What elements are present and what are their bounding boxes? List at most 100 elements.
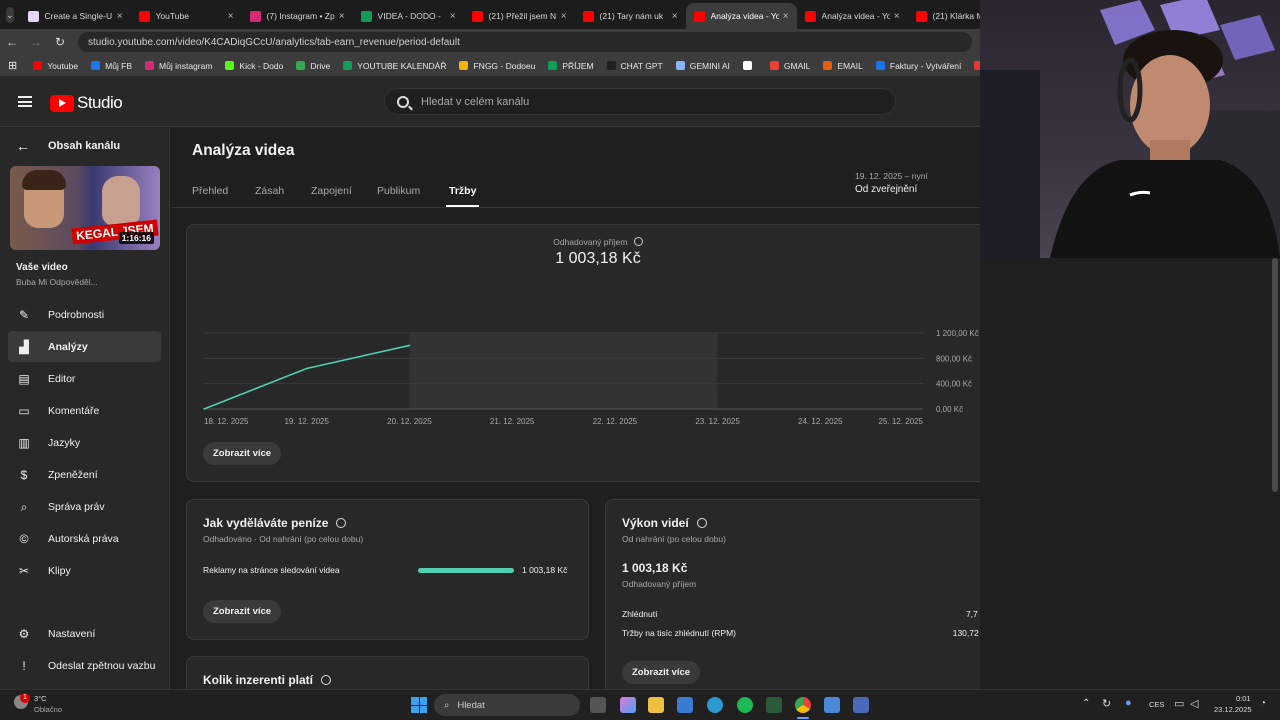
analytics-tab[interactable]: Zásah [255, 185, 284, 197]
notifications-icon[interactable]: ◔ [1260, 698, 1266, 709]
taskbar-search-input[interactable]: ⌕ Hledat [434, 694, 580, 716]
calculator-icon[interactable] [853, 697, 869, 713]
show-more-button[interactable]: Zobrazit více [622, 661, 701, 684]
sidebar-item[interactable]: $ Zpeněžení [8, 459, 161, 490]
photos-icon[interactable] [824, 697, 840, 713]
copilot-icon[interactable] [620, 697, 636, 713]
bookmark-item[interactable]: Kick - Dodo [225, 61, 283, 71]
sidebar-item[interactable]: ⌕ Správa práv [8, 491, 161, 522]
volume-icon[interactable]: ◁ [1190, 697, 1198, 710]
close-tab-icon[interactable]: × [894, 11, 900, 22]
bookmark-item[interactable]: Drive [296, 61, 330, 71]
chrome-icon[interactable] [795, 697, 811, 713]
forward-icon[interactable]: → [24, 35, 48, 49]
spotify-icon[interactable] [737, 697, 753, 713]
clock-date[interactable]: 23.12.2025 [1214, 705, 1252, 714]
show-more-button[interactable]: Zobrazit více [203, 442, 282, 465]
url-field[interactable]: studio.youtube.com/video/K4CADiqGCcU/ana… [78, 32, 972, 52]
bookmark-item[interactable]: FNGG - Dodoeu [459, 61, 535, 71]
video-thumbnail[interactable]: KEGAL JSEM 1:16:16 [10, 166, 160, 250]
sidebar-item[interactable]: ▭ Komentáře [8, 395, 161, 426]
browser-tab[interactable]: (21) Přežil jsem N × [464, 3, 575, 29]
bookmark-label: GMAIL [783, 60, 811, 71]
browser-tab[interactable]: Analýza videa - Yo × [797, 3, 908, 29]
tray-mic-icon[interactable]: ● [1125, 697, 1132, 709]
analytics-tab[interactable]: Tržby [449, 185, 476, 197]
sidebar-item[interactable]: © Autorská práva [8, 523, 161, 554]
bookmark-label: Kick - Dodo [239, 60, 284, 71]
analytics-icon: ▟ [19, 339, 29, 354]
edge-icon[interactable] [707, 697, 723, 713]
x-tick-label: 21. 12. 2025 [490, 417, 535, 426]
info-icon[interactable] [336, 518, 347, 528]
logo-text: Studio [77, 93, 123, 112]
bookmark-item[interactable] [742, 61, 757, 71]
bookmark-item[interactable]: Faktury - Vytváření [875, 61, 961, 71]
sidebar: ← Obsah kanálu KEGAL JSEM 1:16:16 Vaše v… [0, 128, 170, 689]
show-more-button[interactable]: Zobrazit více [203, 600, 282, 623]
browser-tab[interactable]: VIDEA - DODO - × [353, 3, 464, 29]
sidebar-item[interactable]: ▟ Analýzy [8, 331, 161, 362]
apps-icon[interactable]: ⊞ [8, 59, 17, 72]
period-selector[interactable]: Od zveřejnění [855, 184, 917, 195]
tray-chevron-icon[interactable]: ⌃ [1082, 698, 1090, 709]
bookmark-icon [875, 61, 885, 70]
bookmark-item[interactable]: EMAIL [823, 61, 863, 71]
bookmark-icon [823, 61, 833, 70]
sidebar-item[interactable]: ▤ Editor [8, 363, 161, 394]
close-tab-icon[interactable]: × [450, 11, 456, 22]
studio-logo[interactable]: Studio [50, 93, 123, 113]
url-text: studio.youtube.com/video/K4CADiqGCcU/ana… [88, 36, 460, 48]
analytics-tab[interactable]: Publikum [377, 185, 420, 197]
sidebar-item[interactable]: ⚙ Nastavení [8, 618, 161, 649]
channel-search-input[interactable]: Hledat v celém kanálu [384, 88, 896, 115]
browser-tab[interactable]: YouTube × [131, 3, 242, 29]
info-icon[interactable] [696, 518, 707, 528]
bookmark-item[interactable]: Youtube [33, 61, 78, 71]
windows-start-icon[interactable] [411, 697, 427, 713]
close-tab-icon[interactable]: × [783, 11, 789, 22]
info-icon[interactable] [321, 675, 332, 685]
bookmark-item[interactable]: YOUTUBE KALENDÁŘ [343, 61, 446, 71]
close-tab-icon[interactable]: × [339, 11, 345, 22]
reload-icon[interactable]: ↻ [48, 35, 72, 49]
menu-icon[interactable] [18, 96, 32, 107]
tray-sync-icon[interactable]: ↻ [1102, 697, 1111, 710]
bookmark-item[interactable]: GEMINI AI [675, 61, 730, 71]
tab-search-icon[interactable]: ⌄ [6, 6, 14, 23]
network-icon[interactable]: ▭ [1174, 697, 1184, 710]
browser-tab[interactable]: (21) Tary nám uk × [575, 3, 686, 29]
back-to-content-button[interactable]: ← Obsah kanálu [16, 138, 120, 154]
close-tab-icon[interactable]: × [672, 11, 678, 22]
analytics-tab[interactable]: Přehled [192, 185, 228, 197]
webcam-overlay [980, 0, 1280, 258]
video-subtitle: Buba Mi Odpověděl... [16, 277, 98, 287]
back-icon[interactable]: ← [0, 35, 24, 49]
sidebar-item-label: Odeslat zpětnou vazbu [48, 659, 156, 672]
bookmark-item[interactable]: CHAT GPT [606, 61, 663, 71]
browser-tab[interactable]: Analýza videa - Yo × [685, 3, 797, 29]
bookmark-item[interactable]: Můj FB [91, 61, 132, 71]
sidebar-item[interactable]: ✎ Podrobnosti [8, 299, 161, 330]
close-tab-icon[interactable]: × [117, 11, 123, 22]
clock-time[interactable]: 0:01 [1236, 694, 1251, 703]
bookmark-item[interactable]: PŘÍJEM [548, 61, 594, 71]
browser-tab[interactable]: (7) Instagram • Zp × [242, 3, 353, 29]
sidebar-item[interactable]: ▥ Jazyky [8, 427, 161, 458]
close-tab-icon[interactable]: × [228, 11, 234, 22]
analytics-tab[interactable]: Zapojení [311, 185, 352, 197]
sidebar-item[interactable]: ! Odeslat zpětnou vazbu [8, 650, 161, 681]
file-explorer-icon[interactable] [648, 697, 664, 713]
close-tab-icon[interactable]: × [561, 11, 567, 22]
browser-tab[interactable]: Create a Single-U × [20, 3, 131, 29]
page-scrollbar[interactable] [1272, 258, 1278, 492]
language-indicator[interactable]: CES [1149, 700, 1164, 709]
terminal-icon[interactable] [766, 697, 782, 713]
bookmark-item[interactable]: GMAIL [769, 60, 811, 71]
bookmark-item[interactable]: Můj instagram [145, 61, 212, 71]
sidebar-item[interactable]: ✂ Klipy [8, 555, 161, 586]
task-view-icon[interactable] [590, 697, 606, 713]
comments-icon: ▭ [18, 403, 30, 418]
store-icon[interactable] [677, 697, 693, 713]
sidebar-item-label: Podrobnosti [48, 308, 105, 321]
